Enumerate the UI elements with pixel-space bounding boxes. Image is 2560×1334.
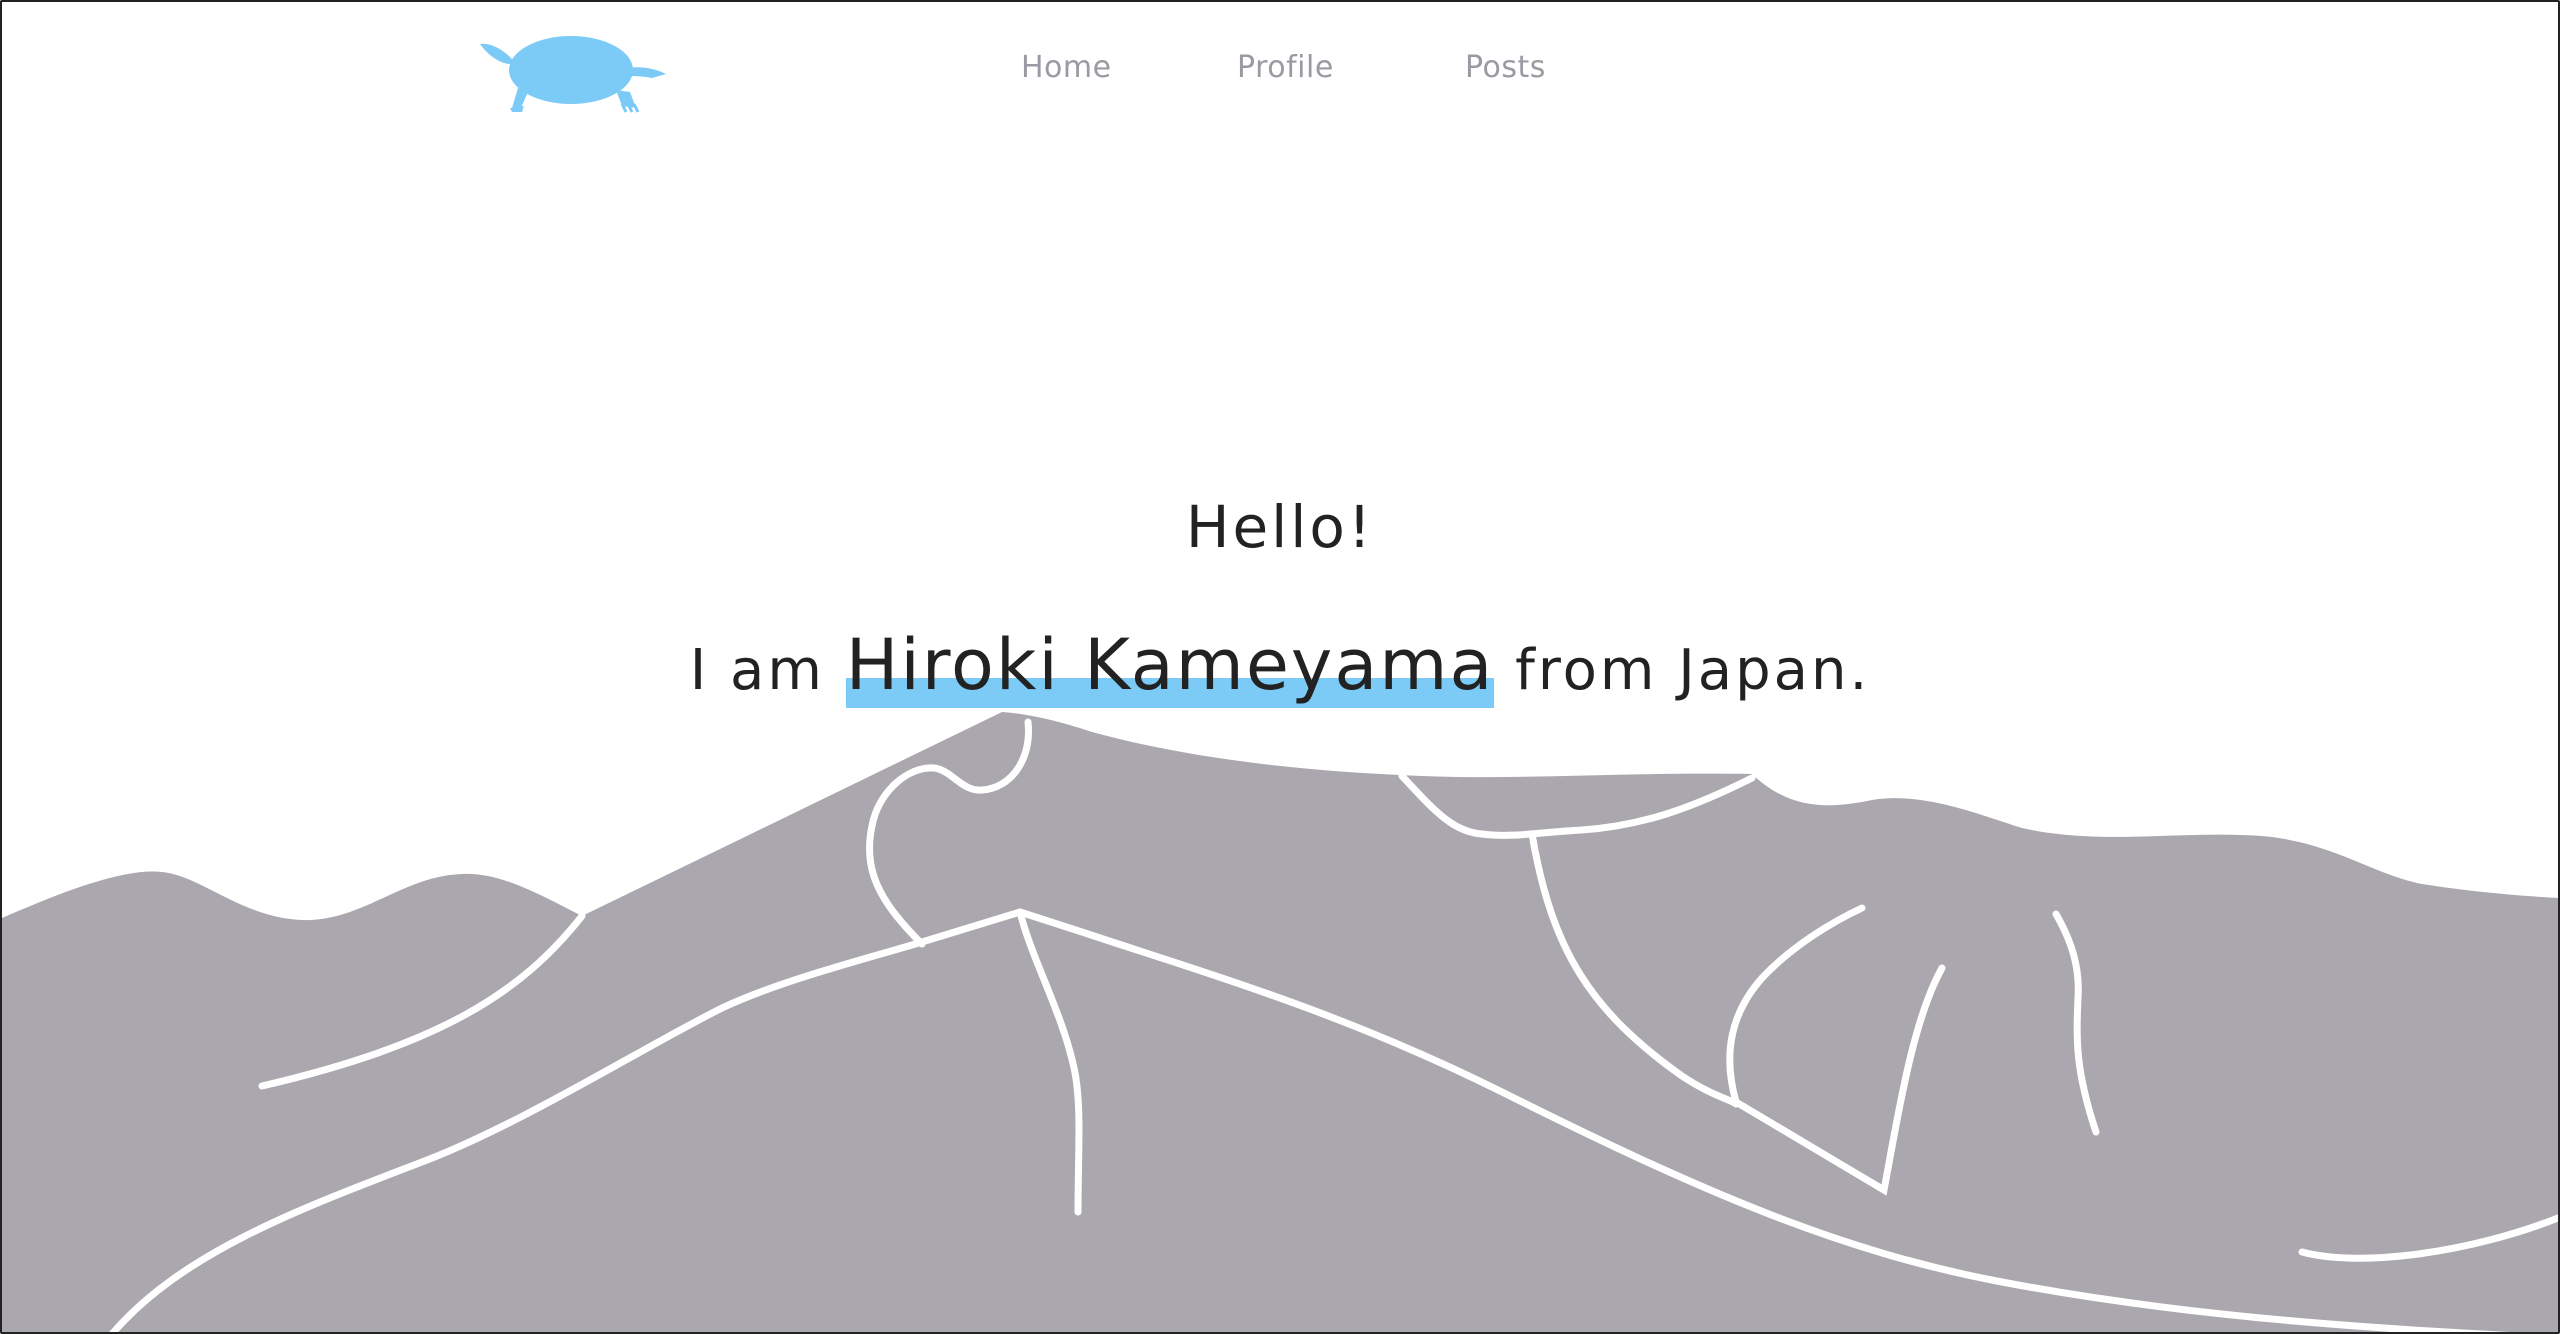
- name-text: Hiroki Kameyama: [845, 624, 1495, 706]
- mountain-illustration: [2, 712, 2558, 1332]
- nav-home-link[interactable]: Home: [1021, 50, 1141, 85]
- greeting-heading: Hello!: [1185, 493, 1375, 561]
- turtle-logo-icon[interactable]: [476, 30, 668, 116]
- intro-text: I am Hiroki Kameyama from Japan.: [2, 620, 2558, 716]
- nav-profile-link[interactable]: Profile: [1237, 50, 1377, 85]
- hero-section: Hello! I am Hiroki Kameyama from Japan.: [2, 472, 2558, 716]
- intro-prefix: I am: [689, 638, 846, 703]
- intro-suffix: from Japan.: [1494, 638, 1871, 703]
- browser-viewport: Home Profile Posts Hello! I am Hiroki Ka…: [0, 0, 2560, 1334]
- nav-posts-link[interactable]: Posts: [1465, 50, 1585, 85]
- name-highlight: Hiroki Kameyama: [845, 620, 1495, 710]
- site-header: Home Profile Posts: [2, 2, 2558, 142]
